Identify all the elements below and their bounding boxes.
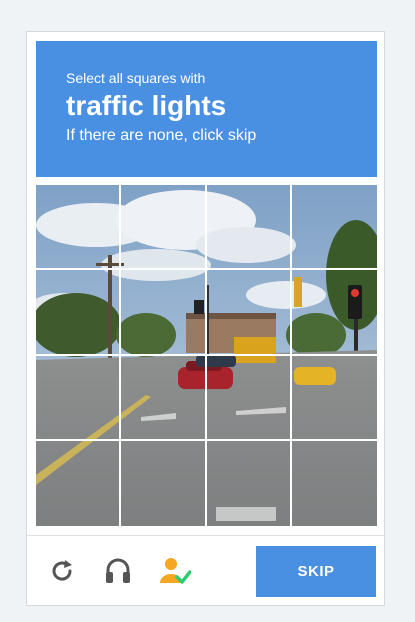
grid-tile-5[interactable] <box>36 270 122 356</box>
grid-tile-13[interactable] <box>36 440 122 526</box>
grid-tile-16[interactable] <box>292 441 377 526</box>
grid-tile-6[interactable] <box>121 270 207 356</box>
grid-tile-7[interactable] <box>206 270 292 356</box>
info-icon[interactable] <box>157 554 191 588</box>
grid-tile-9[interactable] <box>36 355 122 441</box>
grid-tile-3[interactable] <box>206 185 292 271</box>
grid-tile-10[interactable] <box>121 355 207 441</box>
reload-icon[interactable] <box>45 554 79 588</box>
instruction-text: Select all squares with <box>66 70 206 86</box>
captcha-widget: Select all squares with traffic lights I… <box>26 31 385 606</box>
grid-tile-12[interactable] <box>291 356 377 441</box>
skip-hint-text: If there are none, click skip <box>66 127 257 144</box>
skip-button[interactable]: SKIP <box>256 546 376 597</box>
grid-tile-11[interactable] <box>206 355 292 441</box>
target-object-label: traffic lights <box>66 90 227 121</box>
grid-tile-15[interactable] <box>207 440 292 526</box>
grid-tile-4[interactable] <box>291 185 377 271</box>
grid-tile-14[interactable] <box>121 440 207 526</box>
grid-tile-8[interactable] <box>291 270 377 356</box>
audio-icon[interactable] <box>101 554 135 588</box>
image-grid <box>36 185 377 526</box>
grid-tile-2[interactable] <box>121 185 207 271</box>
grid-tile-1[interactable] <box>36 185 122 271</box>
tile-grid <box>36 185 377 526</box>
footer-divider <box>27 535 384 536</box>
challenge-header: Select all squares with traffic lights I… <box>36 41 377 177</box>
